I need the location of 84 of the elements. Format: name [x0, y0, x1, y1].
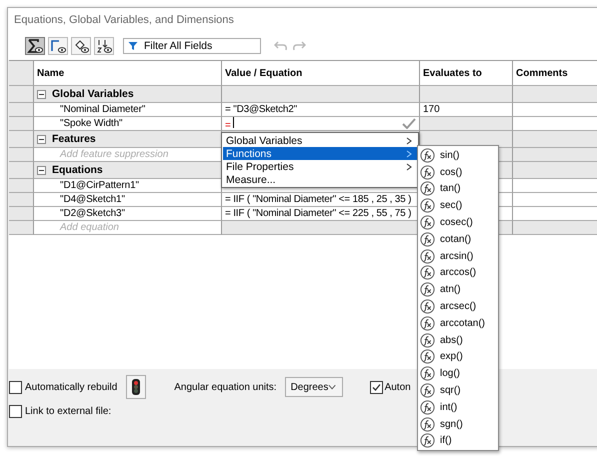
function-icon: [420, 299, 435, 314]
filter-field[interactable]: Filter All Fields: [123, 38, 261, 54]
section-title: Equations: [52, 164, 103, 176]
function-item[interactable]: atn(): [420, 281, 496, 298]
undo-icon[interactable]: [274, 40, 288, 52]
checkbox-label: Link to external file:: [25, 406, 112, 417]
function-icon: [420, 148, 435, 163]
function-item[interactable]: arccotan(): [420, 314, 496, 332]
menu-item[interactable]: File Properties: [223, 160, 417, 173]
units-dropdown[interactable]: Degrees: [284, 377, 343, 397]
function-icon: [420, 349, 435, 364]
function-item[interactable]: arcsin(): [420, 248, 496, 265]
row-header[interactable]: [9, 207, 34, 221]
column-header[interactable]: Evaluates to: [420, 61, 513, 86]
collapse-icon[interactable]: [37, 134, 46, 144]
function-icon: [420, 164, 435, 180]
check-icon[interactable]: [402, 118, 416, 129]
table-cell[interactable]: = "D3@Sketch2": [222, 103, 420, 117]
window-title: Equations, Global Variables, and Dimensions: [14, 14, 234, 26]
function-item[interactable]: arcsec(): [420, 298, 496, 315]
checkbox-label: Automatically rebuild: [25, 382, 118, 392]
function-icon: [420, 198, 435, 214]
row-header[interactable]: [9, 193, 34, 207]
row-header[interactable]: [9, 179, 34, 193]
checkbox[interactable]: [9, 405, 22, 418]
view-toggle-button[interactable]: [25, 37, 45, 55]
function-item[interactable]: cotan(): [420, 230, 496, 248]
units-label: Angular equation units:: [174, 382, 277, 392]
menu-item[interactable]: Global Variables: [223, 134, 417, 147]
row-header[interactable]: [9, 221, 34, 235]
table-cell: "D2@Sketch3": [34, 207, 222, 221]
function-item[interactable]: cos(): [420, 164, 496, 181]
rebuild-button[interactable]: [126, 375, 146, 399]
table-cell: "D1@CirPattern1": [34, 179, 222, 193]
function-item[interactable]: sec(): [420, 197, 496, 214]
function-icon: [420, 265, 435, 280]
function-icon: [420, 400, 435, 415]
table-cell: "D4@Sketch1": [34, 193, 222, 207]
sum-icon: [27, 39, 43, 53]
function-icon: [420, 416, 435, 432]
function-icon: [420, 248, 435, 264]
checkbox-label: Auton: [384, 382, 411, 392]
function-item[interactable]: int(): [420, 398, 496, 416]
function-icon: [420, 181, 435, 196]
collapse-icon[interactable]: [37, 166, 46, 174]
function-icon: [420, 316, 435, 331]
function-icon: [420, 282, 435, 298]
function-item[interactable]: abs(): [420, 332, 496, 349]
function-item[interactable]: exp(): [420, 348, 496, 366]
function-icon: [420, 332, 435, 348]
function-item[interactable]: sin(): [420, 147, 496, 164]
menu-item[interactable]: Functions: [223, 147, 417, 160]
function-icon: [420, 433, 435, 448]
function-icon: [420, 232, 435, 247]
column-header[interactable]: Name: [34, 61, 222, 86]
function-icon: [420, 366, 435, 382]
menu-item[interactable]: Measure...: [223, 173, 417, 186]
chevron-icon: [328, 384, 337, 390]
view-toggle-button[interactable]: [94, 37, 114, 55]
traffic-light-icon: [132, 379, 140, 395]
checkbox[interactable]: [9, 380, 22, 394]
filter-icon: [128, 41, 138, 51]
function-item[interactable]: sgn(): [420, 416, 496, 433]
view-toggle-button[interactable]: [71, 37, 91, 55]
function-item[interactable]: tan(): [420, 180, 496, 198]
function-item[interactable]: if(): [420, 432, 496, 450]
function-item[interactable]: cosec(): [420, 214, 496, 231]
function-item[interactable]: sqr(): [420, 382, 496, 399]
table-cell: "Nominal Diameter": [34, 103, 222, 117]
redo-icon[interactable]: [292, 40, 306, 52]
row-header[interactable]: [9, 103, 34, 117]
view-toggle-button[interactable]: [48, 37, 68, 55]
function-item[interactable]: log(): [420, 365, 496, 382]
tag-icon: [73, 39, 89, 53]
sort-icon: [96, 39, 112, 53]
function-icon: [420, 215, 435, 230]
checkbox[interactable]: [370, 380, 383, 394]
function-item[interactable]: arccos(): [420, 264, 496, 282]
collapse-icon[interactable]: [37, 90, 46, 98]
section-title: Features: [52, 133, 96, 145]
column-header[interactable]: Value / Equation: [222, 61, 420, 86]
function-icon: [420, 383, 435, 398]
curve-icon: [50, 39, 66, 53]
section-title: Global Variables: [52, 88, 134, 100]
